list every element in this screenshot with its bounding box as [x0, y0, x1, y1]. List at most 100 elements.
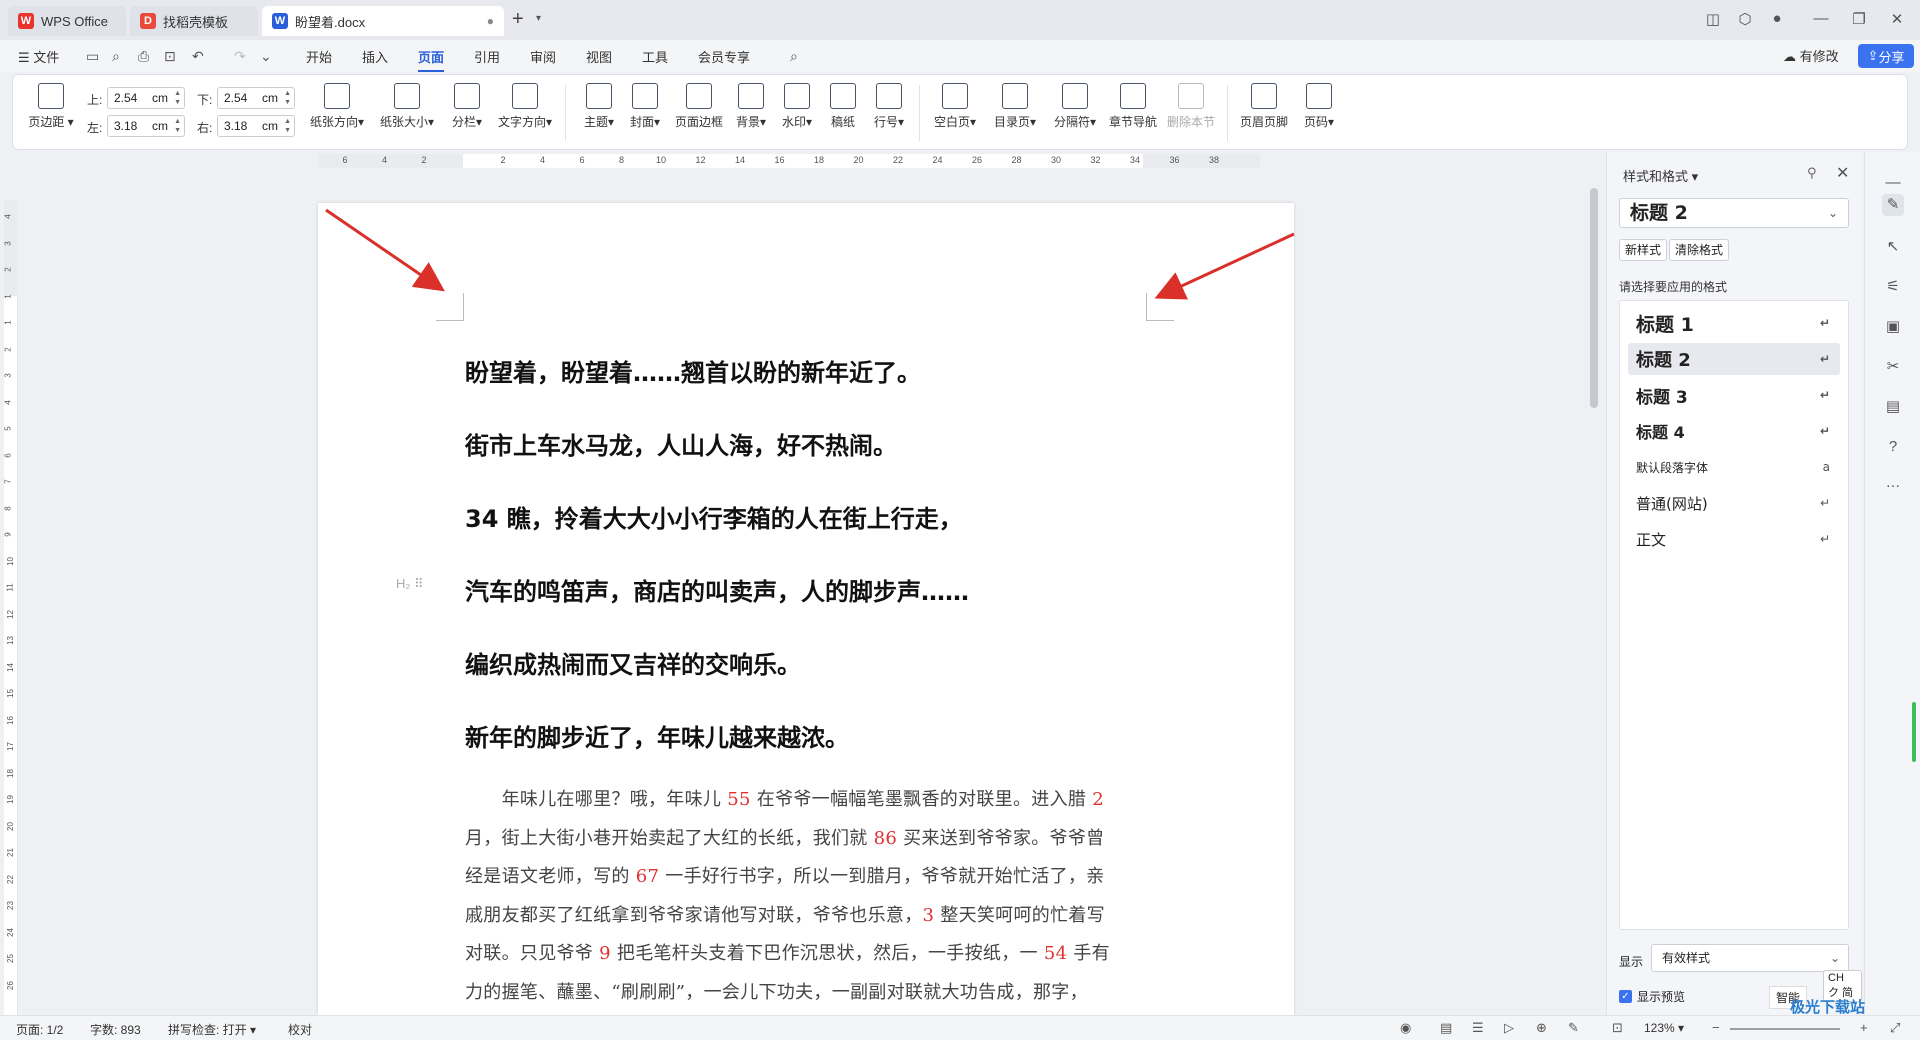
tab-close-icon[interactable]: ●	[487, 14, 494, 28]
page-number-button[interactable]: 页码▾	[1299, 83, 1339, 130]
delete-section-button[interactable]: 删除本节	[1165, 83, 1217, 130]
body-line[interactable]: 戚朋友都买了红纸拿到爷爷家请他写对联，爷爷也乐意，3 整天笑呵呵的忙着写	[465, 901, 1145, 927]
theme-button[interactable]: 主题▾	[579, 83, 619, 130]
spinner-icon[interactable]: ▲ ▼	[284, 89, 291, 107]
scrollbar-thumb[interactable]	[1590, 188, 1598, 408]
play-icon[interactable]: ▷	[1504, 1020, 1514, 1036]
spinner-icon[interactable]: ▲ ▼	[174, 117, 181, 135]
close-icon[interactable]: ✕	[1836, 163, 1849, 183]
new-style-button[interactable]: 新样式	[1619, 239, 1668, 261]
page-count[interactable]: 页面: 1/2	[16, 1021, 63, 1038]
word-count[interactable]: 字数: 893	[90, 1021, 141, 1038]
blank-page-button[interactable]: 空白页▾	[929, 83, 981, 130]
layout-icon[interactable]: ◫	[1702, 10, 1724, 28]
collapse-icon[interactable]: —	[1882, 172, 1904, 194]
more-icon[interactable]: …	[1882, 472, 1904, 494]
text-direction-button[interactable]: 文字方向▾	[495, 83, 555, 130]
header-footer-button[interactable]: 页眉页脚	[1237, 83, 1291, 130]
pin-icon[interactable]: ⚲	[1807, 165, 1817, 181]
body-line[interactable]: 力的握笔、蘸墨、“刷刷刷”，一会儿下功夫，一副副对联就大功告成，那字，	[465, 978, 1145, 1004]
style-item[interactable]: 标题 4 ↵	[1628, 415, 1840, 447]
section-nav-button[interactable]: 章节导航	[1107, 83, 1159, 130]
vertical-scrollbar[interactable]	[1588, 158, 1600, 1015]
avatar[interactable]: ●	[1766, 10, 1788, 27]
menu-start[interactable]: 开始	[306, 47, 332, 66]
share-button[interactable]: ⇪ 分享	[1858, 44, 1914, 68]
spinner-icon[interactable]: ▲ ▼	[284, 117, 291, 135]
manuscript-button[interactable]: 稿纸	[825, 83, 861, 130]
vertical-ruler[interactable]: 4 3 2 1 1 2 3 4 5 6 7 8 9 10 11 12 13 14 15 16 17 18 19 20 21 22 2…	[4, 200, 18, 1015]
redo-icon[interactable]: ↷	[234, 48, 246, 65]
zoom-level[interactable]: 123% ▾	[1644, 1021, 1684, 1035]
fit-page-icon[interactable]: ⊡	[1612, 1020, 1623, 1036]
menu-insert[interactable]: 插入	[362, 47, 388, 66]
margin-bottom-input[interactable]: 2.54 cm ▲ ▼	[217, 87, 295, 109]
margins-button[interactable]: 页边距 ▾	[25, 83, 77, 130]
new-tab-icon[interactable]: +	[512, 8, 524, 31]
document-page[interactable]: H₂ ⠿ 盼望着，盼望着……翘首以盼的新年近了。 街市上车水马龙，人山人海，好不热…	[318, 203, 1294, 1015]
margin-top-input[interactable]: 2.54 cm ▲ ▼	[107, 87, 185, 109]
style-item[interactable]: 标题 2 ↵	[1628, 343, 1840, 375]
style-pen-icon[interactable]: ✎	[1882, 194, 1904, 216]
style-item[interactable]: 正文 ↵	[1628, 523, 1840, 555]
spinner-icon[interactable]: ▲ ▼	[174, 89, 181, 107]
show-select[interactable]: 有效样式 ⌄	[1651, 944, 1849, 972]
book-icon[interactable]: ▤	[1882, 396, 1904, 418]
show-preview-checkbox[interactable]: ✓ 显示预览	[1619, 988, 1685, 1005]
cover-button[interactable]: 封面▾	[625, 83, 665, 130]
columns-button[interactable]: 分栏▾	[447, 83, 487, 130]
heading-paragraph[interactable]: 盼望着，盼望着……翘首以盼的新年近了。	[465, 353, 921, 388]
modified-status[interactable]: ☁ 有修改	[1783, 46, 1839, 65]
proofread[interactable]: 校对	[288, 1021, 312, 1038]
print-icon[interactable]: ⎙	[138, 48, 149, 65]
box-icon[interactable]: ⬡	[1734, 10, 1756, 28]
undo-icon[interactable]: ↶	[192, 48, 204, 65]
margin-right-input[interactable]: 3.18 cm ▲ ▼	[217, 115, 295, 137]
body-line[interactable]: 经是语文老师，写的 67 一手好行书字，所以一到腊月，爷爷就开始忙活了，亲	[465, 862, 1145, 888]
line-number-button[interactable]: 行号▾	[869, 83, 909, 130]
orientation-button[interactable]: 纸张方向▾	[307, 83, 367, 130]
web-view-icon[interactable]: ⊕	[1536, 1020, 1547, 1036]
search-icon[interactable]: ⌕	[790, 48, 798, 65]
page-border-button[interactable]: 页面边框	[673, 83, 725, 130]
styles-panel-title[interactable]: 样式和格式 ▾	[1623, 166, 1698, 185]
save-icon[interactable]: ▭	[86, 48, 99, 65]
separator-button[interactable]: 分隔符▾	[1049, 83, 1101, 130]
print-preview-icon[interactable]: ⊡	[164, 48, 176, 65]
tab-document[interactable]: W 盼望着.docx ●	[262, 6, 504, 36]
export-icon[interactable]: ⌕	[112, 48, 120, 65]
heading-paragraph[interactable]: 新年的脚步近了，年味儿越来越浓。	[465, 718, 849, 753]
heading-paragraph[interactable]: 汽车的鸣笛声，商店的叫卖声，人的脚步声……	[465, 572, 969, 607]
tab-list-chevron-icon[interactable]: ▾	[536, 13, 541, 24]
heading-paragraph[interactable]: 34 瞧，拎着大大小小行李箱的人在街上行走，	[465, 499, 963, 534]
style-item[interactable]: 默认段落字体 a	[1628, 451, 1840, 483]
paper-size-button[interactable]: 纸张大小▾	[377, 83, 437, 130]
zoom-out-icon[interactable]: −	[1712, 1020, 1720, 1035]
horizontal-ruler[interactable]: 6 4 2 2 4 6 8 10 12 14 16 18 20 22 24 26 28 30 32 34 36 38	[318, 154, 1260, 168]
file-menu[interactable]: ☰ 文件	[18, 47, 59, 66]
menu-tools[interactable]: 工具	[642, 47, 668, 66]
adjust-icon[interactable]: ⚟	[1882, 276, 1904, 298]
style-item[interactable]: 普通(网站) ↵	[1628, 487, 1840, 519]
heading-paragraph[interactable]: 街市上车水马龙，人山人海，好不热闹。	[465, 426, 897, 461]
watermark-button[interactable]: 水印▾	[777, 83, 817, 130]
current-style-select[interactable]: 标题 2 ⌄	[1619, 198, 1849, 228]
more-chevron-icon[interactable]: ⌄	[260, 48, 272, 65]
tools-icon[interactable]: ✂	[1882, 356, 1904, 378]
style-item[interactable]: 标题 1 ↵	[1628, 307, 1840, 339]
restore-icon[interactable]: ❐	[1848, 10, 1870, 28]
tab-docer[interactable]: D 找稻壳模板	[130, 6, 258, 36]
clear-format-button[interactable]: 清除格式	[1669, 239, 1730, 261]
page-view-icon[interactable]: ▤	[1440, 1020, 1452, 1036]
spell-check[interactable]: 拼写检查: 打开 ▾	[168, 1021, 256, 1038]
zoom-in-icon[interactable]: +	[1860, 1020, 1868, 1035]
zoom-slider[interactable]	[1730, 1028, 1840, 1030]
body-line[interactable]: 对联。只见爷爷 9 把毛笔杆头支着下巴作沉思状，然后，一手按纸，一 54 手有	[465, 939, 1145, 965]
margin-left-input[interactable]: 3.18 cm ▲ ▼	[107, 115, 185, 137]
close-window-icon[interactable]: ✕	[1886, 10, 1908, 28]
help-icon[interactable]: ?	[1882, 436, 1904, 458]
menu-reference[interactable]: 引用	[474, 47, 500, 66]
tab-wps-office[interactable]: W WPS Office	[8, 6, 126, 36]
select-cursor-icon[interactable]: ↖	[1882, 236, 1904, 258]
fullscreen-icon[interactable]: ⤢	[1890, 1020, 1900, 1036]
